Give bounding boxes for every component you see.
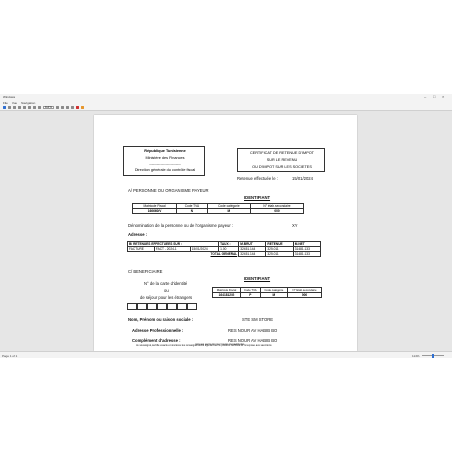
tva-value: N bbox=[176, 208, 208, 214]
ou-text: ou bbox=[164, 288, 169, 293]
rotate-icon[interactable] bbox=[65, 106, 69, 109]
viewer-window: Windows – □ × File Vue Navigation 114 % … bbox=[0, 94, 452, 358]
total-mbrut: 32451.144 bbox=[238, 251, 267, 257]
carte-line: N° de la carte d'identité bbox=[144, 281, 188, 286]
zoom-out-icon[interactable] bbox=[38, 106, 41, 109]
categorie2-value: M bbox=[259, 292, 289, 298]
document-area[interactable]: République Tunisienne Ministère des Fina… bbox=[0, 111, 452, 351]
total-mnet: 31481.133 bbox=[292, 251, 322, 257]
menu-navigation[interactable]: Navigation bbox=[21, 101, 35, 105]
close-icon[interactable]: × bbox=[442, 94, 444, 99]
first-page-icon[interactable] bbox=[18, 106, 21, 109]
tva2-value: P bbox=[240, 292, 261, 298]
zoom-input[interactable]: 114 % bbox=[43, 106, 54, 109]
col2-etab: N° Etab.secondaire bbox=[287, 287, 322, 293]
save-icon[interactable] bbox=[8, 106, 11, 109]
retenue-date: 15/01/2024 bbox=[292, 176, 313, 181]
payeur-heading: A/ PERSONNE OU ORGANISME PAYEUR bbox=[128, 188, 209, 193]
app-title: Windows bbox=[3, 95, 16, 99]
identifiant-heading-2: IDENTIFIANT bbox=[244, 276, 271, 281]
next-page-icon[interactable] bbox=[28, 106, 31, 109]
direction-name: Direction générale du contrôle fiscal bbox=[134, 168, 196, 172]
total-label: TOTAL GENERAL bbox=[127, 251, 240, 257]
digit-box bbox=[147, 303, 157, 310]
digit-box bbox=[177, 303, 187, 310]
categorie-value: M bbox=[206, 208, 252, 214]
etab2-value: 000 bbox=[287, 292, 322, 298]
document-page: République Tunisienne Ministère des Fina… bbox=[94, 115, 357, 351]
print-icon[interactable] bbox=[13, 106, 16, 109]
ministry-name: Ministère des Finances bbox=[145, 156, 185, 160]
adresse-pro-value: RES NOUR AV HABIB BO bbox=[228, 328, 278, 333]
carte-identite-boxes bbox=[127, 303, 197, 310]
zoom-level: 114% bbox=[412, 353, 420, 358]
zoom-in-icon[interactable] bbox=[55, 106, 59, 109]
menu-file[interactable]: File bbox=[3, 101, 8, 105]
certificate-title-box: CERTIFICAT DE RETENUE D'IMPOT SUR LE REV… bbox=[237, 148, 325, 172]
digit-box bbox=[157, 303, 167, 310]
payeur-id-table: Matricule Fiscal Code TVA Code catégorie… bbox=[131, 203, 304, 214]
denomination-value: XY bbox=[292, 223, 298, 228]
certificate-title-2: SUR LE REVENU bbox=[266, 158, 298, 162]
settings-icon[interactable] bbox=[80, 106, 84, 109]
search-icon[interactable] bbox=[70, 106, 74, 109]
matricule2-value: 1641812/G bbox=[211, 292, 242, 298]
footer-declaration-2: prévues par la loi pour toutes inexactit… bbox=[195, 343, 246, 346]
beneficiaire-heading: C/ BENEFICIAIRE bbox=[128, 269, 163, 274]
menu-vue[interactable]: Vue bbox=[12, 101, 17, 105]
digit-box bbox=[127, 303, 137, 310]
digit-box bbox=[167, 303, 177, 310]
matricule-value: 166660/V bbox=[131, 208, 178, 214]
etab-value: 000 bbox=[250, 208, 304, 214]
minimize-icon[interactable]: – bbox=[424, 94, 426, 99]
left-header-box: République Tunisienne Ministère des Fina… bbox=[123, 146, 205, 176]
prev-page-icon[interactable] bbox=[23, 106, 26, 109]
zoom-slider-knob[interactable] bbox=[432, 353, 434, 358]
republic-title: République Tunisienne bbox=[144, 149, 186, 153]
digit-box bbox=[187, 303, 197, 310]
nom-label: Nom, Prénom ou raison sociale : bbox=[128, 317, 194, 322]
retenues-table: B/ RETENUES EFFECTUEES SUR : TAUX : M.BR… bbox=[126, 241, 322, 257]
retenue-label: Retenue effectuée le : bbox=[237, 176, 278, 181]
certificate-title-3: OU D'IMPOT SUR LES SOCIETES bbox=[252, 165, 312, 169]
status-bar: Page 1 of 1 114% bbox=[0, 351, 452, 358]
page-indicator: Page 1 of 1 bbox=[2, 353, 18, 358]
identifiant-heading-1: IDENTIFIANT bbox=[244, 195, 271, 200]
nom-value: STE SM STORE bbox=[242, 317, 274, 322]
sejour-line: de séjour pour les étrangers bbox=[140, 295, 193, 300]
fit-icon[interactable] bbox=[60, 106, 64, 109]
adresse-label: Adresse : bbox=[128, 232, 148, 237]
digit-box bbox=[137, 303, 147, 310]
denomination-label: Dénomination de la personne ou de l'orga… bbox=[128, 223, 234, 228]
pdf-icon[interactable] bbox=[75, 106, 79, 109]
separator-line: ------------------------- bbox=[149, 162, 181, 166]
adresse-pro-label: Adresse Professionnelle : bbox=[132, 328, 184, 333]
total-retenue: 325.011 bbox=[265, 251, 294, 257]
open-icon[interactable] bbox=[3, 106, 6, 109]
certificate-title-1: CERTIFICAT DE RETENUE D'IMPOT bbox=[249, 151, 314, 155]
last-page-icon[interactable] bbox=[33, 106, 36, 109]
beneficiaire-id-table: Matricule Fiscal Code TVA Code catégorie… bbox=[211, 287, 322, 298]
complement-label: Complément d'adresse : bbox=[132, 338, 181, 343]
maximize-icon[interactable]: □ bbox=[433, 94, 435, 99]
